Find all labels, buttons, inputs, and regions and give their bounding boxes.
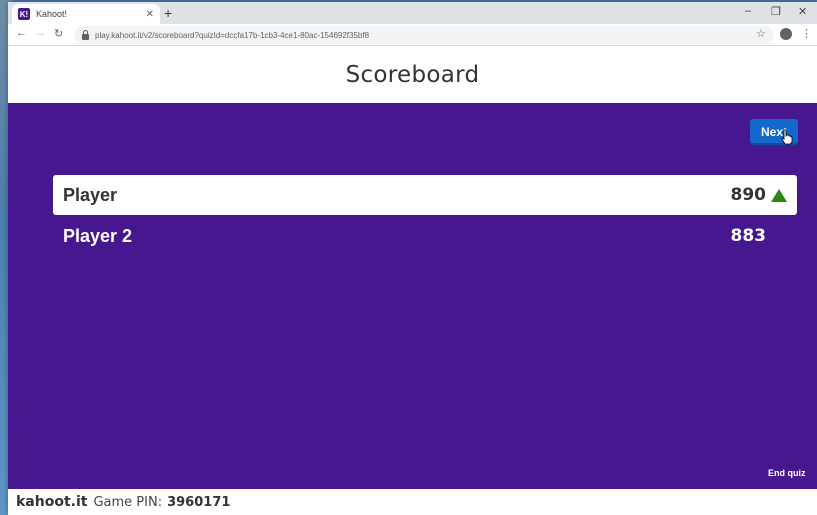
minimize-button[interactable]: –	[745, 5, 751, 17]
lock-icon	[82, 29, 89, 40]
url-text: play.kahoot.it/v2/scoreboard?quizId=dccf…	[95, 30, 370, 40]
trend-up-icon	[771, 188, 787, 202]
game-pin-value: 3960171	[167, 494, 231, 510]
hand-cursor-icon	[781, 129, 793, 145]
profile-avatar-icon[interactable]	[780, 28, 792, 40]
new-tab-button[interactable]: +	[164, 5, 172, 21]
player-name: Player 2	[63, 225, 133, 246]
game-footer: kahoot.it Game PIN: 3960171	[8, 489, 817, 515]
kahoot-brand: kahoot.it	[16, 494, 88, 510]
browser-toolbar: ← → ↻ play.kahoot.it/v2/scoreboard?quizI…	[8, 24, 817, 46]
player-name: Player	[63, 184, 118, 205]
player-score: 883	[730, 226, 767, 246]
page-title: Scoreboard	[345, 61, 480, 88]
close-window-button[interactable]: ✕	[798, 5, 807, 18]
browser-window: K! Kahoot! ✕ + – ❐ ✕ ← → ↻ play.kahoot.i…	[8, 2, 817, 515]
forward-arrow-icon[interactable]: →	[35, 27, 46, 39]
scoreboard-row: Player 2 883	[53, 216, 797, 256]
tab-strip: K! Kahoot! ✕ + – ❐ ✕	[8, 2, 817, 24]
player-score: 890	[730, 185, 767, 205]
back-arrow-icon[interactable]: ←	[16, 27, 27, 39]
restore-button[interactable]: ❐	[771, 5, 781, 18]
tab-kahoot[interactable]: K! Kahoot! ✕	[12, 4, 160, 24]
end-quiz-button[interactable]: End quiz	[768, 468, 806, 478]
tab-title: Kahoot!	[36, 9, 68, 19]
more-menu-icon[interactable]: ⋮	[801, 27, 812, 40]
kahoot-page: Scoreboard Next Player 890 Player 2 883 …	[8, 46, 817, 515]
kahoot-favicon-icon: K!	[18, 8, 30, 20]
tab-close-icon[interactable]: ✕	[146, 9, 154, 20]
game-pin-label: Game PIN:	[93, 494, 163, 510]
reload-icon[interactable]: ↻	[54, 27, 63, 40]
address-bar[interactable]: play.kahoot.it/v2/scoreboard?quizId=dccf…	[74, 26, 774, 44]
page-header: Scoreboard	[8, 46, 817, 103]
scoreboard-row: Player 890	[53, 175, 797, 215]
scoreboard-stage: Next Player 890 Player 2 883 End quiz	[8, 103, 817, 489]
bookmark-star-icon[interactable]: ☆	[756, 27, 766, 40]
